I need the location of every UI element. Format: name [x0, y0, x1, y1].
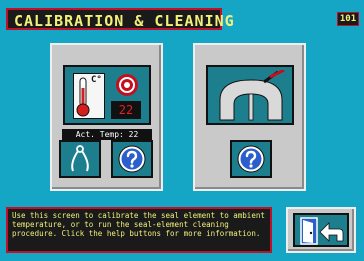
seal-element-icon — [116, 74, 138, 96]
cleaning-help-button[interactable] — [230, 140, 272, 178]
thermometer-icon: C° — [73, 73, 105, 119]
actual-temp-label: Act. Temp: 22 — [62, 129, 152, 140]
door-exit-icon — [300, 217, 318, 245]
calibration-help-button[interactable] — [111, 140, 153, 178]
exit-button[interactable] — [286, 207, 356, 253]
help-icon — [118, 145, 146, 173]
exit-button-face — [293, 213, 349, 247]
seal-cleaning-icon — [219, 70, 285, 121]
seal-cleaning-button[interactable] — [206, 65, 294, 125]
calibration-panel: C° 22 Act. Temp: 22 — [50, 43, 163, 191]
calipers-icon — [71, 145, 89, 172]
calibrate-temperature-button[interactable]: C° 22 — [63, 65, 151, 125]
calibration-cleaning-screen: CALIBRATION & CLEANING 101 C° 22 Act. Te… — [0, 0, 364, 261]
page-title: CALIBRATION & CLEANING — [14, 12, 235, 30]
back-arrow-icon — [319, 222, 344, 242]
temperature-unit: C° — [91, 75, 102, 85]
info-box: Use this screen to calibrate the seal el… — [6, 207, 272, 253]
temperature-readout: 22 — [111, 101, 141, 119]
cleaning-panel — [193, 43, 306, 191]
calibrate-button[interactable] — [59, 140, 101, 178]
title-bar: CALIBRATION & CLEANING — [6, 8, 234, 30]
screen-number: 101 — [337, 12, 359, 26]
info-text: Use this screen to calibrate the seal el… — [12, 211, 265, 238]
help-icon — [237, 145, 265, 173]
